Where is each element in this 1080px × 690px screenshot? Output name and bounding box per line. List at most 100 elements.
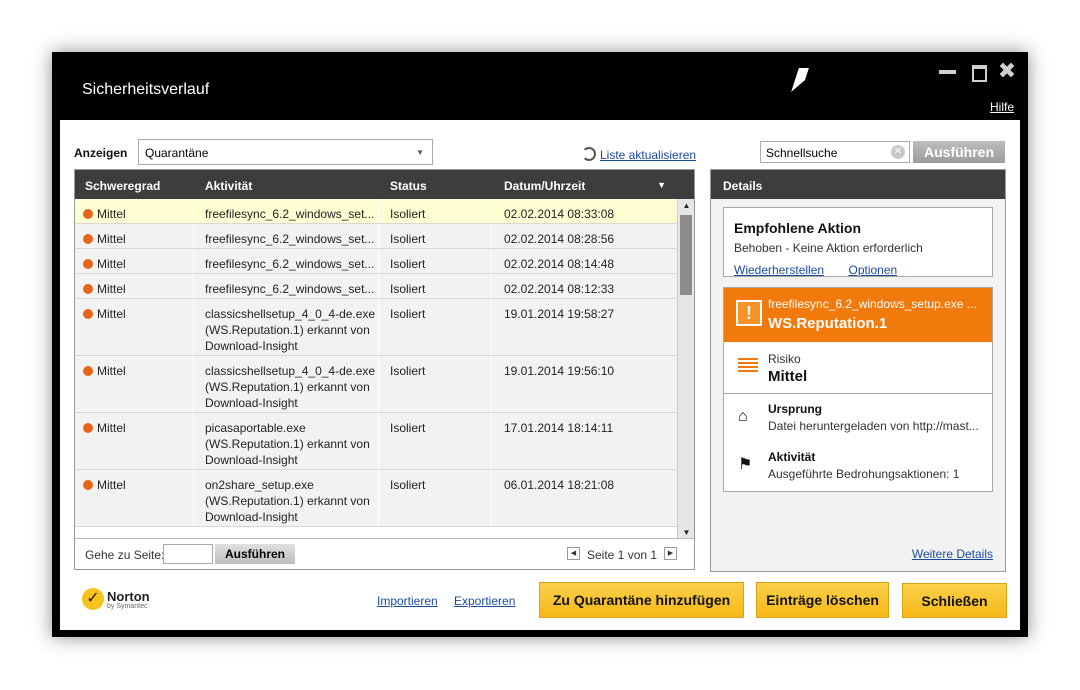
close-button[interactable]: Schließen <box>902 583 1007 618</box>
activity-line: (WS.Reputation.1) erkannt von <box>205 437 370 451</box>
norton-check-icon: ✓ <box>82 588 104 610</box>
status-cell: Isoliert <box>390 207 426 221</box>
status-cell: Isoliert <box>390 307 426 321</box>
content-area: Anzeigen Quarantäne ▼ Liste aktualisiere… <box>60 120 1020 630</box>
activity-line: picasaportable.exe <box>205 421 306 435</box>
activity-line: classicshellsetup_4_0_4-de.exe <box>205 364 376 378</box>
export-link[interactable]: Exportieren <box>454 594 515 608</box>
delete-entries-button[interactable]: Einträge löschen <box>756 582 889 618</box>
severity-text: Mittel <box>97 207 126 221</box>
risk-value: Mittel <box>768 368 808 385</box>
table-row[interactable]: Mittel on2share_setup.exe (WS.Reputation.1… <box>75 470 677 527</box>
datetime-cell: 02.02.2014 08:28:56 <box>504 232 615 246</box>
datetime-cell: 02.02.2014 08:14:48 <box>504 257 615 271</box>
severity-dot-icon <box>83 259 93 269</box>
severity-cell: Mittel <box>83 256 126 272</box>
column-activity[interactable]: Aktivität <box>205 179 252 193</box>
search-input[interactable]: Schnellsuche ✕ <box>760 141 910 163</box>
activity-line: Download-Insight <box>205 510 298 524</box>
activity-line: freefilesync_6.2_windows_set... <box>205 232 375 246</box>
home-icon: ⌂ <box>738 408 748 425</box>
activity-line: Download-Insight <box>205 339 298 353</box>
help-link[interactable]: Hilfe <box>990 100 1014 114</box>
chevron-down-icon: ▼ <box>416 148 424 157</box>
page-info: Seite 1 von 1 <box>587 548 658 562</box>
severity-cell: Mittel <box>83 206 126 222</box>
table-row[interactable]: Mittel classicshellsetup_4_0_4-de.exe (WS.… <box>75 299 677 356</box>
show-select-value: Quarantäne <box>145 146 209 160</box>
sort-descending-icon[interactable]: ▼ <box>657 180 666 190</box>
table-row[interactable]: Mittel freefilesync_6.2_windows_set... Iso… <box>75 274 677 299</box>
activity-line: on2share_setup.exe <box>205 478 314 492</box>
window: Sicherheitsverlauf ✖ Hilfe Anzeigen Quar… <box>52 52 1028 637</box>
restore-link[interactable]: Wiederherstellen <box>734 263 824 277</box>
severity-dot-icon <box>83 480 93 490</box>
table-row[interactable]: Mittel freefilesync_6.2_windows_set... Iso… <box>75 224 677 249</box>
flag-icon: ⚑ <box>738 456 753 473</box>
severity-dot-icon <box>83 234 93 244</box>
activity-section: ⚑ Aktivität Ausgeführte Bedrohungsaktion… <box>724 442 992 490</box>
severity-cell: Mittel <box>83 306 126 322</box>
threat-file: freefilesync_6.2_windows_setup.exe ... <box>768 297 977 311</box>
status-cell: Isoliert <box>390 282 426 296</box>
activity-line: (WS.Reputation.1) erkannt von <box>205 323 370 337</box>
activity-cell: picasaportable.exe (WS.Reputation.1) erka… <box>205 420 370 468</box>
vertical-scrollbar[interactable]: ▲ ▼ <box>677 199 694 540</box>
status-cell: Isoliert <box>390 257 426 271</box>
column-status[interactable]: Status <box>390 179 427 193</box>
status-cell: Isoliert <box>390 478 426 492</box>
threat-header: ! freefilesync_6.2_windows_setup.exe ...… <box>724 288 992 342</box>
origin-title: Ursprung <box>768 402 822 416</box>
severity-cell: Mittel <box>83 231 126 247</box>
history-table: Schweregrad Aktivität Status Datum/Uhrze… <box>74 169 695 570</box>
prev-page-icon[interactable]: ◀ <box>567 547 580 560</box>
scroll-up-icon[interactable]: ▲ <box>678 199 694 213</box>
table-row[interactable]: Mittel classicshellsetup_4_0_4-de.exe (WS.… <box>75 356 677 413</box>
severity-dot-icon <box>83 366 93 376</box>
maximize-button[interactable] <box>966 60 988 82</box>
activity-line: (WS.Reputation.1) erkannt von <box>205 494 370 508</box>
table-row[interactable]: Mittel picasaportable.exe (WS.Reputation.1… <box>75 413 677 470</box>
severity-text: Mittel <box>97 364 126 378</box>
minimize-button[interactable] <box>936 60 958 82</box>
risk-section: Risiko Mittel <box>724 342 992 394</box>
severity-text: Mittel <box>97 232 126 246</box>
datetime-cell: 02.02.2014 08:12:33 <box>504 282 615 296</box>
origin-section: ⌂ Ursprung Datei heruntergeladen von htt… <box>724 394 992 442</box>
activity-title: Aktivität <box>768 450 816 464</box>
origin-text: Datei heruntergeladen von http://mast... <box>768 419 979 433</box>
goto-page-input[interactable] <box>163 544 213 564</box>
goto-page-label: Gehe zu Seite: <box>85 548 165 562</box>
activity-text: Ausgeführte Bedrohungsaktionen: 1 <box>768 467 960 481</box>
activity-line: (WS.Reputation.1) erkannt von <box>205 380 370 394</box>
column-datetime[interactable]: Datum/Uhrzeit <box>504 179 585 193</box>
recommended-action-box: Empfohlene Aktion Behoben - Keine Aktion… <box>723 207 993 277</box>
more-details-link[interactable]: Weitere Details <box>912 547 993 561</box>
search-go-button[interactable]: Ausführen <box>913 141 1005 163</box>
recommended-title: Empfohlene Aktion <box>734 220 862 236</box>
add-to-quarantine-button[interactable]: Zu Quarantäne hinzufügen <box>539 582 744 618</box>
table-row[interactable]: Mittel freefilesync_6.2_windows_set... Iso… <box>75 249 677 274</box>
goto-page-button[interactable]: Ausführen <box>215 544 295 564</box>
close-window-button[interactable]: ✖ <box>996 60 1018 82</box>
severity-cell: Mittel <box>83 281 126 297</box>
clear-search-icon[interactable]: ✕ <box>891 145 905 159</box>
activity-cell: freefilesync_6.2_windows_set... <box>205 231 374 247</box>
severity-text: Mittel <box>97 478 126 492</box>
show-select[interactable]: Quarantäne ▼ <box>138 139 433 165</box>
refresh-icon <box>582 147 596 161</box>
next-page-icon[interactable]: ▶ <box>664 547 677 560</box>
options-link[interactable]: Optionen <box>849 263 898 277</box>
severity-text: Mittel <box>97 307 126 321</box>
table-row[interactable]: Mittel freefilesync_6.2_windows_set... Iso… <box>75 199 677 224</box>
threat-box: ! freefilesync_6.2_windows_setup.exe ...… <box>723 287 993 492</box>
column-severity[interactable]: Schweregrad <box>85 179 160 193</box>
severity-cell: Mittel <box>83 363 126 379</box>
severity-cell: Mittel <box>83 477 126 493</box>
import-link[interactable]: Importieren <box>377 594 438 608</box>
scrollbar-thumb[interactable] <box>680 215 692 295</box>
activity-line: freefilesync_6.2_windows_set... <box>205 257 375 271</box>
refresh-list-link[interactable]: Liste aktualisieren <box>582 146 696 164</box>
details-panel: Details Empfohlene Aktion Behoben - Kein… <box>710 169 1006 572</box>
activity-cell: freefilesync_6.2_windows_set... <box>205 281 374 297</box>
